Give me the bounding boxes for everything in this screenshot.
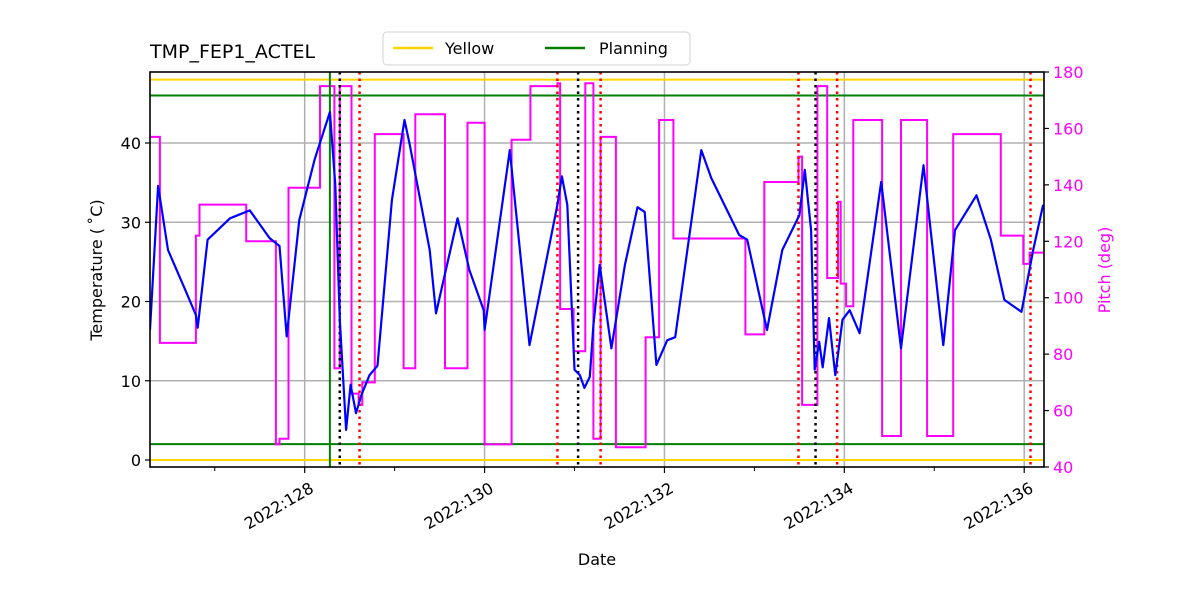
y2-tick-label: 120 xyxy=(1053,232,1084,251)
y-tick-label: 30 xyxy=(121,213,141,232)
y2-axis-label: Pitch (deg) xyxy=(1095,227,1114,314)
y-tick-label: 0 xyxy=(131,451,141,470)
y2-tick-label: 80 xyxy=(1053,345,1073,364)
y2-tick-label: 40 xyxy=(1053,458,1073,477)
y2-tick-label: 140 xyxy=(1053,176,1084,195)
y-tick-label: 10 xyxy=(121,372,141,391)
legend-planning-label: Planning xyxy=(599,39,668,58)
y-axis-label: Temperature ( ˚C) xyxy=(87,199,106,341)
chart: TMP_FEP1_ACTEL 0 10 20 30 40 40 60 80 100 120 140 1… xyxy=(0,0,1200,600)
y2-tick-label: 60 xyxy=(1053,402,1073,421)
legend-yellow-label: Yellow xyxy=(444,39,494,58)
chart-title: TMP_FEP1_ACTEL xyxy=(149,41,315,63)
y-tick-label: 40 xyxy=(121,134,141,153)
x-axis-label: Date xyxy=(578,550,616,569)
y-tick-label: 20 xyxy=(121,293,141,312)
y2-tick-label: 180 xyxy=(1053,63,1084,82)
y2-tick-label: 160 xyxy=(1053,119,1084,138)
y2-tick-label: 100 xyxy=(1053,289,1084,308)
legend: Yellow Planning xyxy=(382,31,691,66)
